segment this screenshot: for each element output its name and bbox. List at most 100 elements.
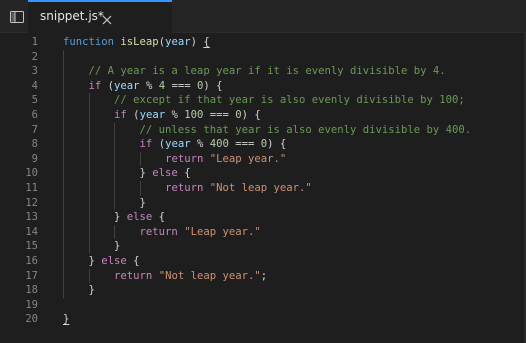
code-line: if (year % 100 === 0) { [63, 108, 261, 123]
code-token-plain: ) { [203, 79, 223, 92]
code-token-control: else [101, 255, 127, 267]
line-number: 11 [25, 182, 38, 194]
line-number-gutter: 1 2 3 4 5 6 7 8 9 10 11 12 13 14 15 16 17 18 19 20 [0, 33, 48, 343]
code-line: } [63, 196, 146, 211]
line-number: 13 [25, 211, 38, 224]
code-line: } [63, 312, 69, 327]
code-token-control: else [126, 211, 153, 224]
code-token-plain: % [190, 138, 210, 151]
code-line: } [63, 283, 95, 298]
code-line: return "Not leap year." [63, 181, 312, 196]
code-token-plain: } [63, 167, 153, 180]
code-token-control: if [139, 138, 153, 151]
code-token-string: "Leap year." [209, 152, 287, 165]
line-number: 17 [25, 269, 38, 282]
line-number: 14 [25, 225, 38, 238]
code-token-plain: } [63, 240, 121, 253]
line-number: 16 [25, 255, 38, 267]
code-token-comment: // A year is a leap year if it is evenly… [63, 65, 446, 78]
line-number: 3 [31, 65, 38, 78]
code-token-plain: === [165, 79, 197, 92]
code-line: } [63, 239, 120, 254]
line-number: 7 [31, 123, 38, 136]
code-token-plain: { [152, 211, 166, 224]
code-token-plain: === [203, 109, 236, 121]
code-token-param: year [165, 138, 191, 151]
code-token-plain: ) { [267, 138, 287, 151]
code-token-plain: ) { [241, 109, 261, 121]
code-token-plain: ( [152, 138, 166, 151]
code-line: if (year % 4 === 0) { [63, 79, 223, 94]
code-line: return "Leap year." [63, 225, 261, 240]
code-token-param: year [139, 109, 166, 121]
code-token-plain: ( [101, 79, 115, 92]
code-token-brace-u: } [63, 313, 70, 326]
editor-window: snippet.js* 1 2 3 4 5 6 7 8 9 10 11 12 13 14 15 16 17 18 1… [0, 0, 526, 343]
code-token-plain: } [63, 211, 127, 224]
code-token-comment: // except if that year is also evenly di… [63, 94, 465, 107]
code-token-control: return [114, 269, 153, 282]
code-token-param: year [165, 36, 191, 48]
line-number: 8 [31, 138, 38, 151]
code-token-param: year [114, 79, 140, 92]
tab-bar: snippet.js* [0, 0, 526, 33]
code-token-string: "Not leap year." [158, 269, 261, 282]
line-number: 5 [31, 94, 38, 107]
line-number: 15 [25, 240, 38, 253]
code-token-plain: % [165, 109, 185, 121]
code-token-plain: ( [126, 109, 140, 121]
code-token-plain: { [126, 255, 140, 267]
code-token-control: if [114, 109, 127, 121]
code-line: return "Leap year." [63, 152, 286, 167]
code-line: } else { [63, 166, 191, 181]
code-token-number: 400 [209, 138, 229, 151]
line-number: 2 [31, 50, 38, 63]
code-token-plain: } [63, 284, 95, 297]
code-token-control: return [165, 182, 204, 194]
code-token-control: return [139, 225, 178, 238]
line-number: 18 [25, 284, 38, 297]
code-token-comment: // unless that year is also evenly divis… [63, 123, 472, 136]
line-number: 12 [25, 196, 38, 209]
code-line: // except if that year is also evenly di… [63, 93, 465, 108]
code-line: } else { [63, 210, 165, 225]
code-token-keyword: function [63, 36, 115, 48]
code-token-plain: ) [190, 36, 204, 48]
code-token-brace-u: { [203, 36, 210, 48]
tab-label: snippet.js* [40, 9, 104, 23]
sidebar-toggle-icon[interactable] [9, 9, 25, 25]
code-token-control: else [152, 167, 178, 180]
code-token-string: "Leap year." [184, 225, 261, 238]
code-line: function isLeap(year) { [63, 35, 210, 50]
code-token-plain: ; [260, 269, 268, 282]
line-number: 4 [31, 79, 38, 92]
code-token-plain: } [63, 196, 146, 209]
code-token-function: isLeap [120, 36, 159, 48]
code-token-control: return [165, 152, 204, 165]
code-line: if (year % 400 === 0) { [63, 137, 287, 152]
tab-snippet-js[interactable]: snippet.js* [28, 0, 172, 33]
line-number: 6 [31, 109, 38, 121]
code-editor[interactable]: 1 2 3 4 5 6 7 8 9 10 11 12 13 14 15 16 17 18 19 20 function… [0, 33, 526, 343]
code-line: return "Not leap year."; [63, 269, 267, 284]
code-token-plain: === [228, 138, 261, 151]
code-line: } else { [63, 254, 140, 269]
code-area[interactable]: function isLeap(year) { // A year is a l… [63, 33, 523, 343]
code-token-string: "Not leap year." [209, 182, 312, 194]
code-token-control: if [88, 79, 102, 92]
code-token-number: 100 [184, 109, 204, 121]
code-line: // A year is a leap year if it is evenly… [63, 64, 446, 79]
code-token-plain: } [63, 255, 102, 267]
close-icon[interactable] [102, 12, 112, 25]
line-number: 20 [25, 313, 38, 326]
code-token-plain: % [139, 79, 159, 92]
line-number: 1 [31, 36, 38, 48]
line-number: 10 [25, 167, 38, 180]
